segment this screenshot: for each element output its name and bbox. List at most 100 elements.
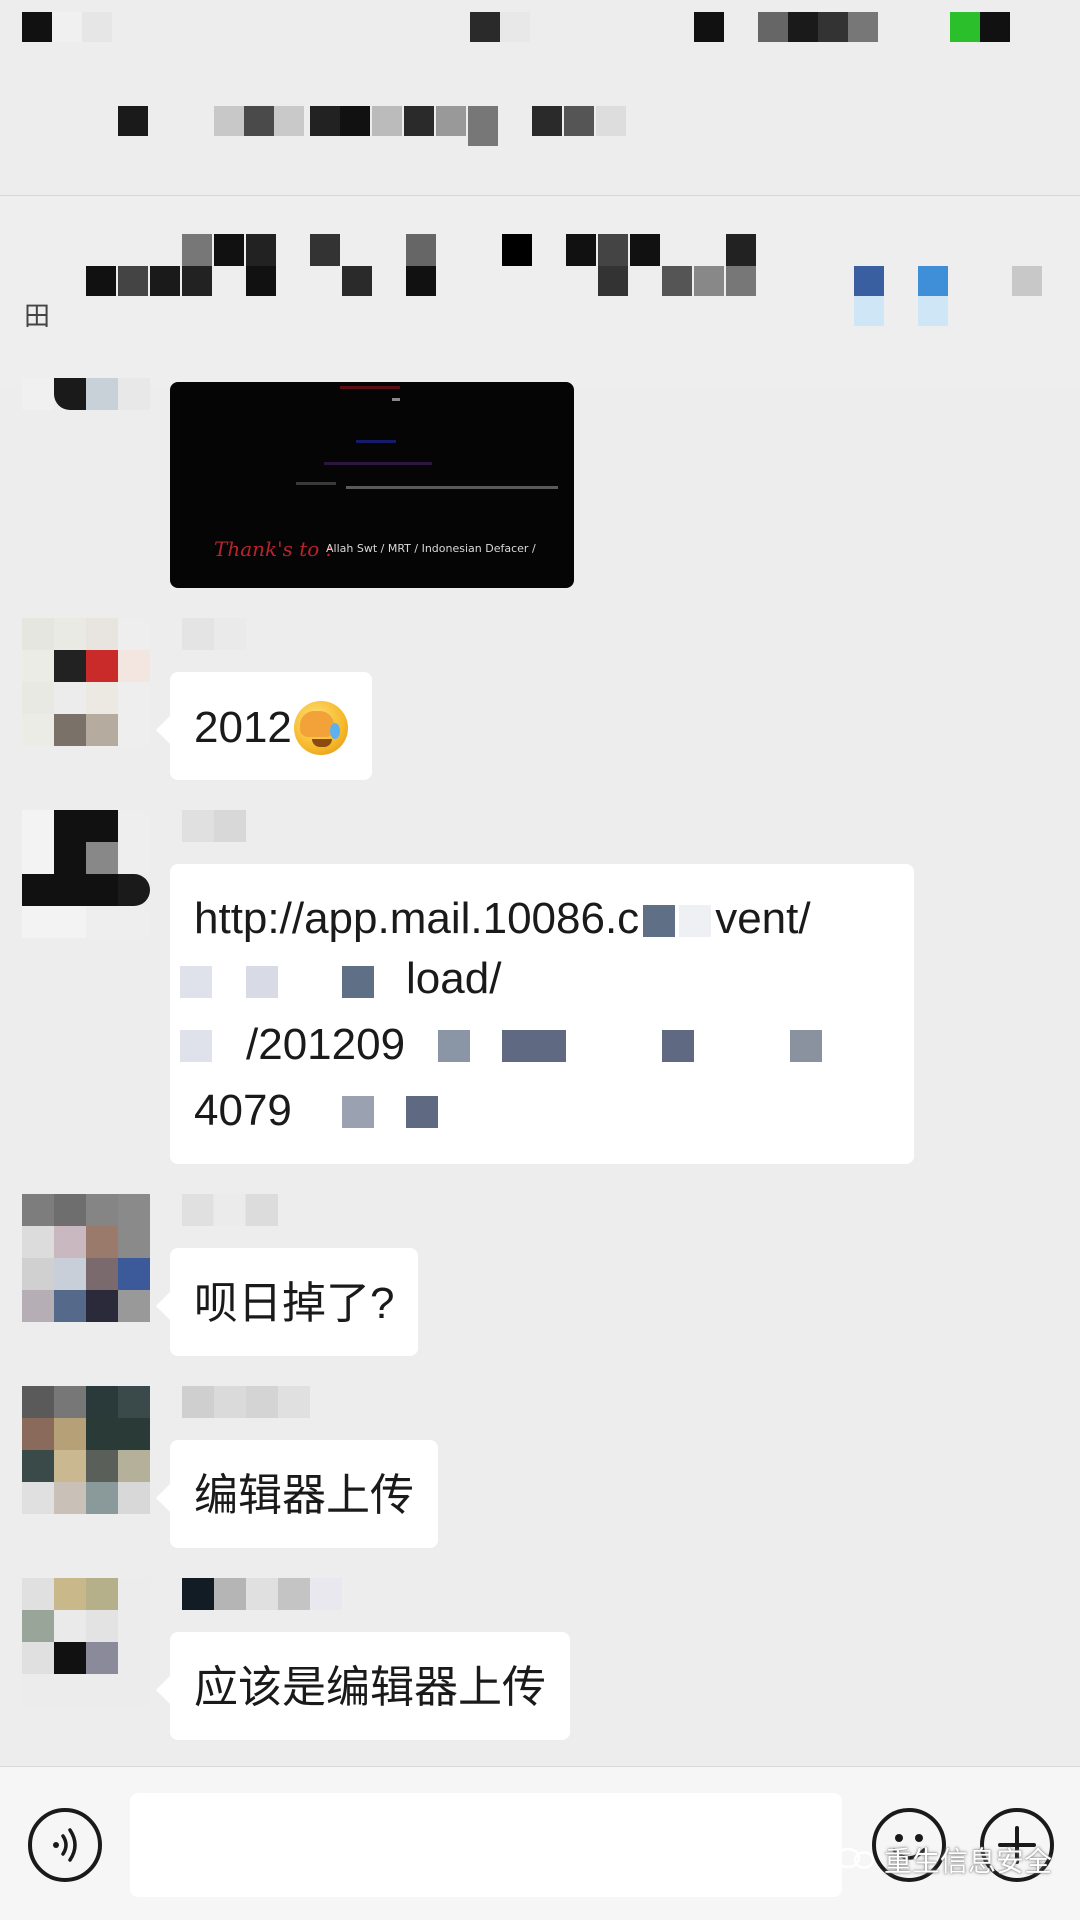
status-redacted-block bbox=[694, 12, 724, 42]
message-bubble[interactable]: 编辑器上传 bbox=[156, 1440, 438, 1548]
title-redacted-block bbox=[564, 106, 594, 136]
face-with-hand-crying-emoji bbox=[293, 701, 348, 756]
status-redacted-block bbox=[788, 12, 818, 42]
message-text: 2012 bbox=[194, 703, 292, 753]
notice-redacted-block bbox=[598, 234, 628, 266]
notice-redacted-block bbox=[182, 266, 212, 296]
avatar[interactable] bbox=[22, 618, 150, 746]
link-url-line-1[interactable]: http://app.mail.10086.c vent/ bbox=[194, 894, 811, 944]
notice-redacted-block bbox=[406, 234, 436, 266]
watermark-logo bbox=[835, 1847, 875, 1869]
url-redacted-block bbox=[246, 966, 278, 998]
status-redacted-block bbox=[22, 12, 52, 42]
notice-redacted-block bbox=[1012, 266, 1042, 296]
message-text: 编辑器上传 bbox=[194, 1471, 414, 1521]
notice-redacted-block bbox=[566, 234, 596, 266]
url-redacted-block bbox=[790, 1030, 822, 1062]
message-bubble[interactable]: 应该是编辑器上传 bbox=[156, 1632, 570, 1740]
title-redacted-block bbox=[372, 106, 402, 136]
group-notice-bar[interactable] bbox=[0, 196, 1080, 386]
voice-button[interactable] bbox=[28, 1808, 102, 1882]
url-redacted-block bbox=[342, 1096, 374, 1128]
link-url-line-2[interactable]: load/ bbox=[406, 954, 501, 1004]
sender-nickname-redacted bbox=[182, 1578, 342, 1610]
url-redacted-block bbox=[180, 966, 212, 998]
notice-redacted-block bbox=[86, 266, 116, 296]
title-redacted-block bbox=[468, 106, 498, 146]
link-url-line-3[interactable]: /201209 bbox=[246, 1020, 405, 1070]
title-redacted-block bbox=[118, 106, 148, 136]
url-redacted-block bbox=[438, 1030, 470, 1062]
link-url-line-4[interactable]: 4079 bbox=[194, 1086, 292, 1136]
chat-title-bar bbox=[0, 52, 1080, 196]
sender-nickname-redacted bbox=[182, 810, 246, 842]
notice-redacted-block bbox=[246, 266, 276, 296]
chat-message-list[interactable]: Thank's to : Allah Swt / MRT / Indonesia… bbox=[0, 378, 1080, 1766]
avatar[interactable] bbox=[22, 1386, 150, 1514]
status-redacted-block bbox=[52, 12, 82, 42]
battery-icon bbox=[950, 12, 980, 42]
message-text: 呗日掉了? bbox=[194, 1279, 395, 1329]
url-redacted-block bbox=[342, 966, 374, 998]
title-redacted-block bbox=[244, 106, 274, 136]
voice-icon bbox=[53, 1828, 77, 1862]
notice-redacted-block bbox=[854, 266, 884, 296]
url-redacted-block bbox=[180, 1030, 212, 1062]
notice-redacted-block bbox=[598, 266, 628, 296]
url-redacted-block bbox=[502, 1030, 566, 1062]
image-thanks-text: Thank's to : bbox=[214, 537, 333, 561]
message-bubble[interactable]: 2012 bbox=[156, 672, 372, 780]
notice-redacted-block bbox=[694, 266, 724, 296]
sender-nickname-redacted bbox=[182, 618, 246, 650]
title-redacted-block bbox=[214, 106, 244, 136]
image-credits-text: Allah Swt / MRT / Indonesian Defacer / bbox=[326, 542, 536, 555]
notice-redacted-block bbox=[502, 234, 532, 266]
notice-redacted-block bbox=[854, 296, 884, 326]
notice-redacted-block bbox=[918, 296, 948, 326]
notice-redacted-block bbox=[118, 266, 148, 296]
title-redacted-block bbox=[436, 106, 466, 136]
link-message-bubble[interactable]: http://app.mail.10086.c vent/ load/ /2012… bbox=[170, 864, 914, 1164]
notice-redacted-block bbox=[214, 234, 244, 266]
message-input[interactable] bbox=[130, 1793, 842, 1897]
notice-redacted-block bbox=[630, 234, 660, 266]
status-redacted-block bbox=[848, 12, 878, 42]
status-bar bbox=[0, 0, 1080, 52]
sender-nickname-redacted bbox=[182, 1386, 310, 1418]
notice-redacted-block bbox=[726, 266, 756, 296]
status-redacted-block bbox=[470, 12, 500, 42]
title-redacted-block bbox=[404, 106, 434, 136]
message-text: 应该是编辑器上传 bbox=[194, 1663, 546, 1713]
status-redacted-block bbox=[980, 12, 1010, 42]
url-redacted-block bbox=[662, 1030, 694, 1062]
chat-screen: 田 Thank's to : Allah Swt / MRT / Indones… bbox=[0, 0, 1080, 1920]
status-redacted-block bbox=[758, 12, 788, 42]
notice-redacted-block bbox=[150, 266, 180, 296]
notice-redacted-block bbox=[246, 234, 276, 266]
avatar[interactable] bbox=[22, 810, 150, 938]
status-redacted-block bbox=[818, 12, 848, 42]
status-redacted-block bbox=[500, 12, 530, 42]
notice-redacted-block bbox=[310, 234, 340, 266]
title-redacted-block bbox=[274, 106, 304, 136]
watermark-text: 重生信息安全 bbox=[884, 1846, 1053, 1877]
title-redacted-block bbox=[340, 106, 370, 136]
image-message[interactable]: Thank's to : Allah Swt / MRT / Indonesia… bbox=[170, 382, 574, 588]
avatar[interactable] bbox=[22, 1578, 150, 1706]
avatar[interactable] bbox=[22, 1194, 150, 1322]
status-redacted-block bbox=[82, 12, 112, 42]
title-redacted-block bbox=[532, 106, 562, 136]
title-redacted-block bbox=[596, 106, 626, 136]
message-bubble[interactable]: 呗日掉了? bbox=[155, 1248, 419, 1356]
url-redacted-block bbox=[406, 1096, 438, 1128]
notice-redacted-block bbox=[918, 266, 948, 296]
avatar[interactable] bbox=[22, 346, 150, 474]
notice-redacted-block bbox=[726, 234, 756, 266]
notice-redacted-block bbox=[406, 266, 436, 296]
notice-redacted-block bbox=[662, 266, 692, 296]
notice-redacted-block bbox=[342, 266, 372, 296]
notice-redacted-block bbox=[182, 234, 212, 266]
title-redacted-block bbox=[310, 106, 340, 136]
sender-nickname-redacted bbox=[182, 1194, 278, 1226]
notice-glyph: 田 bbox=[24, 302, 51, 332]
